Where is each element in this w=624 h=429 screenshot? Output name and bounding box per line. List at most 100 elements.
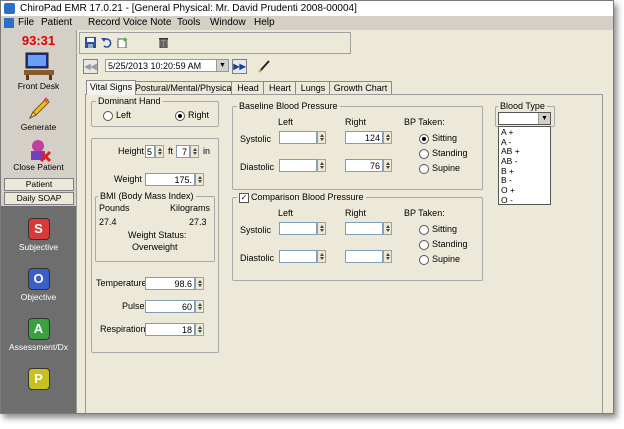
baseline-systolic-label: Systolic xyxy=(240,134,272,144)
assessment-label: Assessment/Dx xyxy=(8,342,69,352)
menu-record-voice-note[interactable]: Record Voice Note xyxy=(88,16,171,30)
edit-pen-icon[interactable] xyxy=(258,59,271,73)
chevron-down-icon[interactable]: ▼ xyxy=(538,113,550,124)
baseline-diastolic-right-stepper[interactable] xyxy=(383,159,392,172)
undo-icon[interactable] xyxy=(101,37,112,48)
comparison-systolic-label: Systolic xyxy=(240,225,272,235)
menu-file[interactable]: File xyxy=(18,16,34,30)
comparison-left-header: Left xyxy=(278,208,294,218)
comparison-sitting-radio[interactable] xyxy=(419,225,429,235)
subjective-button[interactable]: S Subjective xyxy=(1,218,76,252)
objective-button[interactable]: O Objective xyxy=(1,268,76,302)
menu-patient[interactable]: Patient xyxy=(41,16,72,30)
bmi-title: BMI (Body Mass Index) xyxy=(98,191,196,201)
respiration-stepper[interactable] xyxy=(195,323,204,336)
menu-window[interactable]: Window xyxy=(210,16,246,30)
pulse-input[interactable]: 60 xyxy=(145,300,195,313)
application-window: ChiroPad EMR 17.0.21 - [General Physical… xyxy=(0,0,614,414)
close-patient-button[interactable]: Close Patient xyxy=(1,138,76,172)
comparison-systolic-left-stepper[interactable] xyxy=(317,222,326,235)
height-inches-unit: in xyxy=(203,146,211,156)
comparison-systolic-left-input[interactable] xyxy=(279,222,317,235)
comparison-bp-checkbox[interactable]: ✓ xyxy=(239,193,249,203)
visit-date-select[interactable]: 5/25/2013 10:20:59 AM ▼ xyxy=(105,59,229,72)
comparison-diastolic-right-input[interactable] xyxy=(345,250,383,263)
respiration-input[interactable]: 18 xyxy=(145,323,195,336)
baseline-sitting-label: Sitting xyxy=(432,133,458,143)
previous-visit-button[interactable]: ◀◀ xyxy=(83,59,98,74)
baseline-supine-radio[interactable] xyxy=(419,164,429,174)
dominant-hand-title: Dominant Hand xyxy=(96,96,163,106)
plan-icon: P xyxy=(27,368,50,390)
hand-right-radio[interactable] xyxy=(175,111,185,121)
height-feet-stepper[interactable] xyxy=(155,145,164,158)
comparison-diastolic-label: Diastolic xyxy=(240,253,275,263)
comparison-diastolic-left-stepper[interactable] xyxy=(317,250,326,263)
menu-bar: File Patient Record Voice Note Tools Win… xyxy=(1,16,613,30)
baseline-diastolic-label: Diastolic xyxy=(240,162,275,172)
chevron-down-icon[interactable]: ▼ xyxy=(216,60,228,71)
pulse-stepper[interactable] xyxy=(195,300,204,313)
baseline-diastolic-right-input[interactable]: 76 xyxy=(345,159,383,172)
next-visit-button[interactable]: ▶▶ xyxy=(232,59,247,74)
baseline-systolic-left-stepper[interactable] xyxy=(317,131,326,144)
bmi-group: BMI (Body Mass Index) Pounds Kilograms 2… xyxy=(95,191,215,262)
tab-patient[interactable]: Patient xyxy=(4,178,74,191)
assessment-button[interactable]: A Assessment/Dx xyxy=(1,318,76,352)
temperature-stepper[interactable] xyxy=(195,277,204,290)
baseline-sitting-radio[interactable] xyxy=(419,134,429,144)
comparison-supine-radio[interactable] xyxy=(419,255,429,265)
comparison-diastolic-left-input[interactable] xyxy=(279,250,317,263)
comparison-systolic-right-stepper[interactable] xyxy=(383,222,392,235)
blood-type-select[interactable]: ▼ xyxy=(498,112,551,125)
baseline-systolic-right-input[interactable]: 124 xyxy=(345,131,383,144)
close-patient-label: Close Patient xyxy=(13,162,64,172)
close-patient-icon xyxy=(30,140,51,162)
trash-icon[interactable] xyxy=(158,37,169,48)
generate-label: Generate xyxy=(20,122,57,132)
tab-head[interactable]: Head xyxy=(231,81,265,95)
menu-app-icon[interactable] xyxy=(4,18,14,28)
blood-type-option[interactable]: O - xyxy=(499,195,550,206)
baseline-bp-group: Baseline Blood Pressure Left Right BP Ta… xyxy=(232,101,483,190)
weight-stepper[interactable] xyxy=(195,173,204,186)
tab-postural-mental-physical[interactable]: Postural/Mental/Physical xyxy=(134,81,234,95)
bmi-kilograms-value: 27.3 xyxy=(189,217,207,227)
tab-lungs[interactable]: Lungs xyxy=(295,81,331,95)
plan-button[interactable]: P xyxy=(1,368,76,392)
tab-vital-signs[interactable]: Vital Signs xyxy=(86,80,136,95)
hand-left-label: Left xyxy=(116,110,132,120)
baseline-diastolic-left-input[interactable] xyxy=(279,159,317,172)
weight-input[interactable]: 175. xyxy=(145,173,195,186)
menu-tools[interactable]: Tools xyxy=(177,16,200,30)
generate-button[interactable]: Generate xyxy=(1,96,76,132)
tab-heart[interactable]: Heart xyxy=(263,81,297,95)
tab-growth-chart[interactable]: Growth Chart xyxy=(329,81,392,95)
baseline-right-header: Right xyxy=(345,117,367,127)
baseline-systolic-left-input[interactable] xyxy=(279,131,317,144)
comparison-diastolic-right-stepper[interactable] xyxy=(383,250,392,263)
baseline-standing-radio[interactable] xyxy=(419,149,429,159)
baseline-systolic-right-stepper[interactable] xyxy=(383,131,392,144)
session-clock: 93:31 xyxy=(21,33,56,48)
front-desk-button[interactable]: Front Desk xyxy=(1,51,76,91)
baseline-diastolic-left-stepper[interactable] xyxy=(317,159,326,172)
new-document-icon[interactable] xyxy=(117,37,128,48)
front-desk-label: Front Desk xyxy=(17,81,60,91)
height-label: Height xyxy=(118,146,145,156)
height-inches-stepper[interactable] xyxy=(190,145,199,158)
tab-daily-soap[interactable]: Daily SOAP xyxy=(4,192,74,205)
height-feet-input[interactable]: 5 xyxy=(145,145,155,158)
comparison-systolic-right-input[interactable] xyxy=(345,222,383,235)
title-bar: ChiroPad EMR 17.0.21 - [General Physical… xyxy=(1,1,613,16)
height-inches-input[interactable]: 7 xyxy=(176,145,190,158)
hand-left-radio[interactable] xyxy=(103,111,113,121)
temperature-input[interactable]: 98.6 xyxy=(145,277,195,290)
baseline-bp-taken-label: BP Taken: xyxy=(404,117,445,127)
window-title: ChiroPad EMR 17.0.21 - [General Physical… xyxy=(20,3,357,14)
comparison-standing-radio[interactable] xyxy=(419,240,429,250)
menu-help[interactable]: Help xyxy=(254,16,275,30)
comparison-supine-label: Supine xyxy=(432,254,461,264)
save-icon[interactable] xyxy=(85,37,96,48)
weight-label: Weight xyxy=(114,174,142,184)
